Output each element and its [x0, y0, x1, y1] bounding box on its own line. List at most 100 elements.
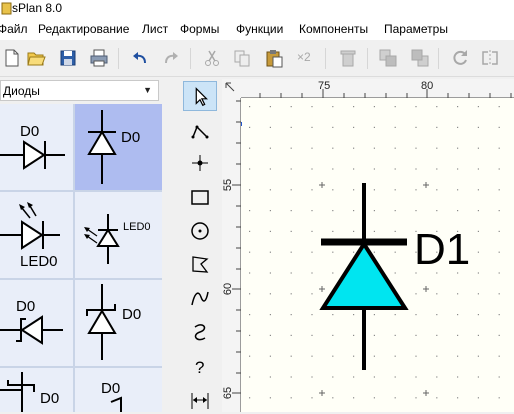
grid-dot [415, 168, 417, 170]
line-icon[interactable] [183, 115, 217, 145]
grid-dot [249, 355, 251, 357]
ruler-label: 80 [421, 80, 434, 92]
grid-dot [311, 355, 313, 357]
toolbar-separator [190, 48, 191, 69]
grid-dot [269, 251, 271, 253]
ruler-label: 60 [222, 282, 235, 296]
menu-file[interactable]: Файл [0, 22, 28, 36]
node-icon[interactable] [183, 148, 217, 178]
menu-shapes[interactable]: Формы [180, 22, 219, 36]
print-icon[interactable] [89, 48, 109, 68]
grid-dot [373, 230, 375, 232]
toolbar-separator [438, 48, 439, 69]
window-title: sPlan 8.0 [12, 1, 63, 15]
delete-icon[interactable] [338, 48, 358, 68]
curve-icon[interactable] [183, 317, 217, 347]
grid-dot [394, 272, 396, 274]
library-select[interactable]: Диоды ▼ [0, 80, 159, 101]
grid-dot [290, 251, 292, 253]
grid-dot [436, 147, 438, 149]
app-icon [1, 2, 12, 15]
library-item-diode-horizontal[interactable]: D0 [0, 104, 73, 190]
library-item-zener-horizontal[interactable]: D0 [0, 280, 73, 366]
grid-dot [311, 147, 313, 149]
led-vertical-symbol [84, 214, 120, 264]
grid-dot [311, 189, 313, 191]
grid-dot [311, 314, 313, 316]
grid-dot [415, 355, 417, 357]
grid-dot [498, 314, 500, 316]
library-item-led-horizontal[interactable]: LED0 [0, 192, 73, 278]
grid-dot [249, 168, 251, 170]
duplicate-icon[interactable]: ×2 [297, 50, 311, 64]
diode-vertical-symbol [87, 110, 117, 184]
rectangle-icon[interactable] [183, 182, 217, 212]
grid-dot [353, 168, 355, 170]
refresh-icon[interactable] [450, 48, 470, 68]
grid-dot [249, 126, 251, 128]
cut-icon[interactable] [202, 48, 222, 68]
menu-functions[interactable]: Функции [236, 22, 283, 36]
toolbar-separator [325, 48, 326, 69]
grid-dot [457, 210, 459, 212]
library-item-schottky-vertical[interactable]: D0 [75, 368, 162, 412]
library-item-schottky-horizontal[interactable]: D0 [0, 368, 73, 412]
grid-dot [498, 168, 500, 170]
to-back-icon[interactable] [410, 48, 430, 68]
grid-dot [477, 272, 479, 274]
new-icon[interactable] [2, 48, 22, 68]
title-bar: sPlan 8.0 [0, 0, 514, 18]
menu-edit[interactable]: Редактирование [38, 22, 129, 36]
component-library: D0 D0 LED0 LED0 D0 D0 D0 D0 [0, 104, 162, 412]
grid-dot [477, 210, 479, 212]
library-item-led-vertical[interactable]: LED0 [75, 192, 162, 278]
bezier-icon[interactable] [183, 283, 217, 313]
grid-dot [373, 376, 375, 378]
mirror-icon[interactable] [480, 48, 500, 68]
grid-dot [436, 314, 438, 316]
grid-dot [477, 355, 479, 357]
grid-dot [290, 376, 292, 378]
grid-dot [498, 126, 500, 128]
polygon-icon[interactable] [183, 249, 217, 279]
grid-dot [353, 314, 355, 316]
grid-dot [394, 230, 396, 232]
undo-icon[interactable] [130, 48, 150, 68]
menu-components[interactable]: Компоненты [299, 22, 368, 36]
grid-dot [415, 314, 417, 316]
chevron-down-icon[interactable]: ▼ [143, 85, 152, 95]
grid-dot [394, 251, 396, 253]
library-item-diode-vertical[interactable]: D0 [75, 104, 162, 190]
open-icon[interactable] [26, 48, 46, 68]
ruler-origin-icon [225, 82, 235, 92]
to-front-icon[interactable] [378, 48, 398, 68]
paste-icon[interactable] [264, 48, 284, 68]
dimension-icon[interactable] [183, 384, 217, 414]
canvas-drawing [241, 106, 500, 399]
menu-settings[interactable]: Параметры [384, 22, 448, 36]
grid-dot [290, 293, 292, 295]
diode-horizontal-symbol [0, 140, 65, 170]
grid-dot [436, 397, 438, 399]
redo-icon[interactable] [161, 48, 181, 68]
grid-dot [498, 147, 500, 149]
drawing-canvas[interactable]: D1 [241, 98, 514, 412]
grid-dot [436, 126, 438, 128]
component-label[interactable]: D1 [414, 225, 470, 275]
grid-dot [498, 397, 500, 399]
grid-dot [311, 230, 313, 232]
save-icon[interactable] [58, 48, 78, 68]
grid-dot [477, 168, 479, 170]
grid-dot [311, 210, 313, 212]
menu-sheet[interactable]: Лист [142, 22, 168, 36]
help-icon[interactable]: ? [183, 351, 217, 381]
grid-dot [290, 189, 292, 191]
copy-icon[interactable] [232, 48, 252, 68]
library-item-zener-vertical[interactable]: D0 [75, 280, 162, 366]
pointer-icon[interactable] [183, 81, 217, 111]
grid-dot [353, 355, 355, 357]
grid-dot [249, 334, 251, 336]
grid-dot [290, 210, 292, 212]
grid-dot [269, 168, 271, 170]
circle-icon[interactable] [183, 216, 217, 246]
